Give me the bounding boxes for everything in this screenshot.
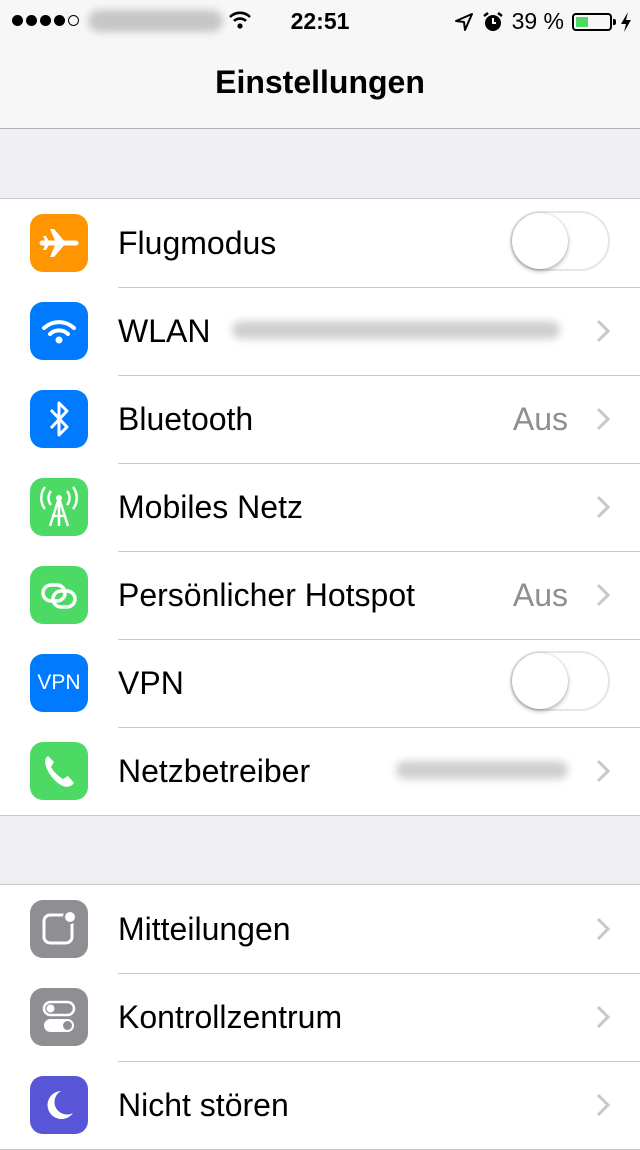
chevron-right-icon [596, 1005, 610, 1029]
settings-row-flugmodus[interactable]: Flugmodus [0, 199, 640, 287]
settings-row-label: Flugmodus [118, 225, 277, 261]
settings-row-hotspot[interactable]: Persönlicher Hotspot Aus [0, 551, 640, 639]
status-bar: 22:51 39 % [0, 0, 640, 40]
settings-row-label: WLAN [118, 313, 211, 349]
chevron-right-icon [596, 407, 610, 431]
settings-row-label: Netzbetreiber [118, 753, 311, 789]
settings-row-label: Mobiles Netz [118, 489, 303, 525]
bluetooth-icon [30, 390, 88, 448]
airplane-icon [30, 214, 88, 272]
chevron-right-icon [596, 495, 610, 519]
moon-icon [30, 1076, 88, 1134]
settings-row-kontrollzentrum[interactable]: Kontrollzentrum [0, 973, 640, 1061]
settings-row-mobiles-netz[interactable]: Mobiles Netz [0, 463, 640, 551]
carrier-value-redacted [396, 761, 568, 779]
chevron-right-icon [596, 759, 610, 783]
chevron-right-icon [596, 1093, 610, 1117]
chevron-right-icon [596, 917, 610, 941]
notifications-icon [30, 900, 88, 958]
vpn-icon: VPN [30, 654, 88, 712]
charging-bolt-icon [621, 11, 631, 32]
wlan-network-redacted [232, 321, 560, 339]
settings-group-connectivity: Flugmodus WLAN Bluetooth Aus Mobiles Net… [0, 198, 640, 816]
vpn-icon-text: VPN [37, 671, 81, 694]
settings-row-label: Persönlicher Hotspot [118, 577, 416, 613]
settings-row-mitteilungen[interactable]: Mitteilungen [0, 885, 640, 973]
page-title: Einstellungen [215, 64, 425, 100]
status-right: 39 % [454, 8, 632, 35]
chevron-right-icon [596, 319, 610, 343]
settings-row-label: VPN [118, 665, 184, 701]
wifi-icon [30, 302, 88, 360]
battery-percent: 39 % [511, 8, 564, 34]
control-center-icon [30, 988, 88, 1046]
battery-icon [572, 12, 616, 31]
settings-row-wlan[interactable]: WLAN [0, 287, 640, 375]
hotspot-status-value: Aus [512, 577, 568, 613]
vpn-toggle[interactable] [510, 651, 610, 711]
antenna-icon [30, 478, 88, 536]
settings-row-bluetooth[interactable]: Bluetooth Aus [0, 375, 640, 463]
settings-row-label: Mitteilungen [118, 911, 291, 947]
settings-row-label: Kontrollzentrum [118, 999, 343, 1035]
settings-row-vpn[interactable]: VPN VPN [0, 639, 640, 727]
location-arrow-icon [454, 12, 473, 31]
hotspot-icon [30, 566, 88, 624]
bluetooth-status-value: Aus [512, 401, 568, 437]
settings-row-label: Bluetooth [118, 401, 254, 437]
airplane-mode-toggle[interactable] [510, 211, 610, 271]
phone-icon [30, 742, 88, 800]
settings-row-netzbetreiber[interactable]: Netzbetreiber [0, 727, 640, 815]
chevron-right-icon [596, 583, 610, 607]
top-bar: 22:51 39 % Einstellungen [0, 0, 640, 129]
alarm-clock-icon [482, 11, 503, 31]
settings-group-notifications: Mitteilungen Kontrollzentrum Nicht störe… [0, 884, 640, 1150]
